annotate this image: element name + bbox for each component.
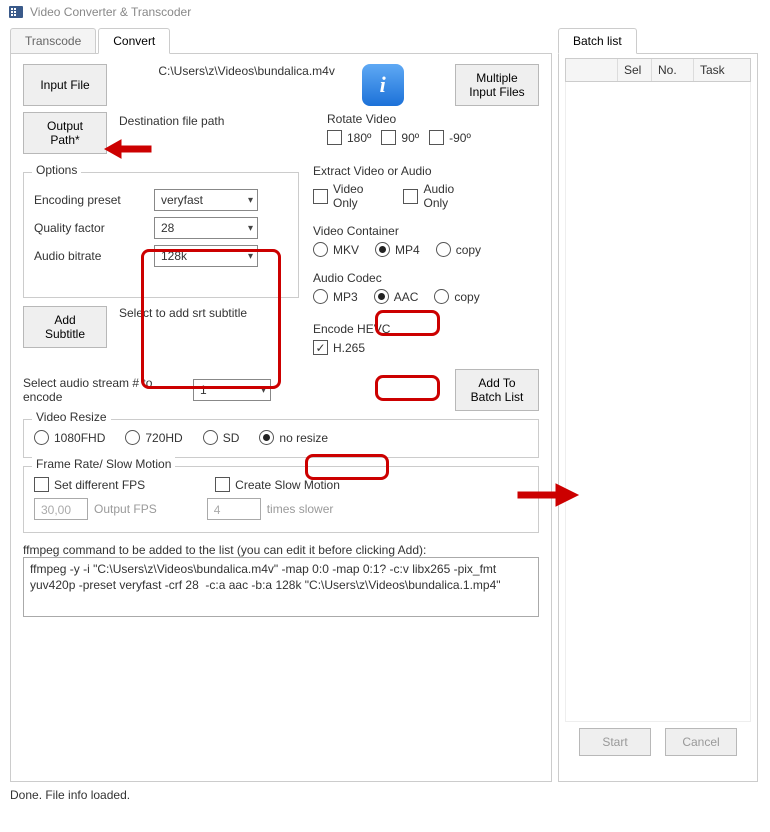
quality-factor-combo[interactable]: 28▾ [154,217,258,239]
input-path-text: C:\Users\z\Videos\bundalica.m4v [158,64,310,80]
tab-convert[interactable]: Convert [98,28,170,54]
status-bar: Done. File info loaded. [0,782,770,808]
destination-path-label: Destination file path [119,112,224,128]
chevron-down-icon: ▾ [248,223,253,234]
hevc-title: Encode HEVC [313,322,539,336]
input-file-button[interactable]: Input File [23,64,107,106]
main-tab-strip: Transcode Convert [10,28,552,54]
fps-group-title: Frame Rate/ Slow Motion [32,457,175,471]
video-only-checkbox[interactable]: Video Only [313,182,363,210]
container-copy-radio[interactable]: copy [436,242,481,257]
container-mkv-radio[interactable]: MKV [313,242,359,257]
output-path-button[interactable]: Output Path* [23,112,107,154]
audio-stream-combo[interactable]: 1▾ [193,379,271,401]
title-bar: Video Converter & Transcoder [0,0,770,24]
rotate-title: Rotate Video [327,112,471,126]
slomo-placeholder: times slower [267,502,334,516]
window-title: Video Converter & Transcoder [30,5,191,19]
quality-factor-label: Quality factor [34,221,144,235]
batch-col-empty[interactable] [566,59,618,81]
video-resize-group: Video Resize 1080FHD 720HD SD no resize [23,419,539,458]
audio-only-checkbox[interactable]: Audio Only [403,182,454,210]
tab-batch-list[interactable]: Batch list [558,28,637,54]
set-fps-checkbox[interactable]: Set different FPS [34,477,145,492]
options-group-title: Options [32,163,81,177]
output-fps-input[interactable]: 30,00 [34,498,88,520]
options-group: Options Encoding preset veryfast▾ Qualit… [23,172,299,298]
chevron-down-icon: ▾ [248,251,253,262]
video-resize-title: Video Resize [32,410,111,424]
rotate-180-checkbox[interactable]: 180º [327,130,371,145]
ffmpeg-label: ffmpeg command to be added to the list (… [23,543,539,557]
audio-stream-label: Select audio stream # to encode [23,376,183,404]
rotate-neg90-checkbox[interactable]: -90º [429,130,471,145]
encoding-preset-label: Encoding preset [34,193,144,207]
output-fps-placeholder: Output FPS [94,502,157,516]
encoding-preset-combo[interactable]: veryfast▾ [154,189,258,211]
acodec-mp3-radio[interactable]: MP3 [313,289,358,304]
resize-1080-radio[interactable]: 1080FHD [34,430,105,445]
audio-bitrate-combo[interactable]: 128k▾ [154,245,258,267]
extract-title: Extract Video or Audio [313,164,539,178]
resize-sd-radio[interactable]: SD [203,430,240,445]
fps-group: Frame Rate/ Slow Motion Set different FP… [23,466,539,533]
batch-col-no[interactable]: No. [652,59,694,81]
add-subtitle-button[interactable]: Add Subtitle [23,306,107,348]
cancel-button[interactable]: Cancel [665,728,737,756]
batch-col-sel[interactable]: Sel [618,59,652,81]
resize-none-radio[interactable]: no resize [259,430,328,445]
batch-table-body [565,82,751,722]
audio-bitrate-label: Audio bitrate [34,249,144,263]
slomo-factor-input[interactable]: 4 [207,498,261,520]
batch-tab-strip: Batch list [558,28,758,54]
hevc-h265-checkbox[interactable]: ✓H.265 [313,340,365,355]
container-title: Video Container [313,224,539,238]
rotate-90-checkbox[interactable]: 90º [381,130,419,145]
multiple-input-files-button[interactable]: Multiple Input Files [455,64,539,106]
tab-transcode[interactable]: Transcode [10,28,96,53]
acodec-title: Audio Codec [313,271,539,285]
ffmpeg-command-textarea[interactable] [23,557,539,617]
container-mp4-radio[interactable]: MP4 [375,242,420,257]
acodec-copy-radio[interactable]: copy [434,289,479,304]
chevron-down-icon: ▾ [261,385,266,396]
info-icon[interactable]: i [362,64,404,106]
subtitle-hint: Select to add srt subtitle [119,306,259,320]
add-to-batch-list-button[interactable]: Add To Batch List [455,369,539,411]
batch-col-task[interactable]: Task [694,59,750,81]
app-icon [8,4,24,20]
start-button[interactable]: Start [579,728,651,756]
acodec-aac-radio[interactable]: AAC [374,289,419,304]
chevron-down-icon: ▾ [248,195,253,206]
batch-table-header: Sel No. Task [565,58,751,82]
create-slomo-checkbox[interactable]: Create Slow Motion [215,477,340,492]
resize-720-radio[interactable]: 720HD [125,430,182,445]
